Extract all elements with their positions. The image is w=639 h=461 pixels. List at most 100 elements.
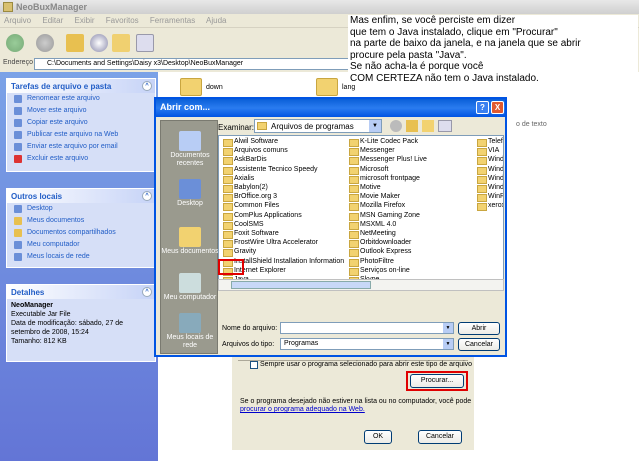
place-network[interactable]: Meus locais de rede — [7, 251, 155, 263]
copy-icon — [14, 119, 22, 127]
chevron-down-icon[interactable]: ▼ — [443, 323, 453, 333]
scrollbar-thumb[interactable] — [231, 281, 371, 289]
up-folder-icon[interactable] — [406, 120, 418, 132]
folder-label: lang — [342, 84, 356, 91]
details-title: Detalhes — [11, 288, 45, 297]
window-titlebar: NeoBuxManager — [0, 0, 639, 14]
task-publish[interactable]: Publicar este arquivo na Web — [7, 129, 155, 141]
place-desktop[interactable]: Desktop — [161, 179, 219, 208]
place-my-computer[interactable]: Meu computador — [7, 239, 155, 251]
place-network[interactable]: Meus locais de rede — [161, 313, 219, 350]
places-title: Outros locais — [11, 192, 63, 201]
network-icon — [179, 313, 201, 333]
chevron-down-icon[interactable]: ▼ — [369, 120, 381, 132]
file-list-item[interactable]: xerox — [477, 201, 503, 212]
menu-favoritos[interactable]: Favoritos — [106, 16, 139, 25]
ok-button[interactable]: OK — [364, 430, 392, 444]
look-in-select[interactable]: Arquivos de programas ▼ — [254, 119, 382, 133]
always-use-checkbox[interactable] — [250, 361, 258, 369]
forward-arrow-icon[interactable] — [36, 34, 54, 52]
annotation-text: Mas enfim, se você perciste em dizer que… — [348, 15, 638, 84]
details-body: NeoManager Executable Jar File Data de m… — [7, 299, 155, 348]
look-in-value: Arquivos de programas — [271, 122, 354, 131]
details-type: Executable Jar File — [11, 311, 71, 318]
network-icon — [14, 253, 22, 261]
annotation-line: COM CERTEZA não tem o Java instalado. — [350, 72, 539, 84]
cancel-label: Cancelar — [464, 341, 493, 348]
filetype-select[interactable]: Programas ▼ — [280, 338, 454, 350]
menu-exibir[interactable]: Exibir — [75, 16, 95, 25]
chevron-down-icon[interactable]: ▼ — [443, 339, 453, 349]
cancel-label: Cancelar — [425, 433, 454, 440]
task-label: Publicar este arquivo na Web — [27, 131, 119, 138]
folders-icon[interactable] — [112, 34, 130, 52]
task-label: Enviar este arquivo por email — [27, 143, 118, 150]
place-recent[interactable]: Documentos recentes — [161, 131, 219, 168]
filename-input[interactable]: ▼ — [280, 322, 454, 334]
file-list[interactable]: Alwil Software Arquivos comuns AskBarDis As… — [218, 135, 504, 291]
menu-ajuda[interactable]: Ajuda — [206, 16, 226, 25]
place-my-computer[interactable]: Meu computador — [161, 273, 219, 302]
task-rename[interactable]: Renomear este arquivo — [7, 93, 155, 105]
back-icon[interactable] — [390, 120, 402, 132]
places-bar: Documentos recentes Desktop Meus documen… — [160, 120, 219, 354]
menu-arquivo[interactable]: Arquivo — [4, 16, 31, 25]
views-menu-icon[interactable] — [438, 120, 452, 132]
task-copy[interactable]: Copiar este arquivo — [7, 117, 155, 129]
task-label: Excluir este arquivo — [27, 155, 89, 162]
annotation-line: Se não acha-la é porque você — [350, 61, 484, 72]
task-move[interactable]: Mover este arquivo — [7, 105, 155, 117]
tasks-header[interactable]: Tarefas de arquivo e pasta ^ — [7, 79, 155, 93]
place-my-documents[interactable]: Meus documentos — [7, 215, 155, 227]
folder-up-icon[interactable] — [66, 34, 84, 52]
collapse-icon[interactable]: ^ — [142, 287, 152, 297]
documents-icon — [179, 227, 201, 247]
cancel-button[interactable]: Cancelar — [418, 430, 462, 444]
place-label: Meus locais de rede — [166, 334, 214, 349]
browse-highlight — [406, 371, 468, 391]
help-button[interactable]: ? — [476, 101, 489, 114]
search-icon[interactable] — [90, 34, 108, 52]
places-header[interactable]: Outros locais ^ — [7, 189, 155, 203]
web-search-link[interactable]: procurar o programa adequado na Web. — [240, 406, 365, 413]
close-button[interactable]: X — [491, 101, 504, 114]
place-label: Desktop — [177, 200, 203, 207]
always-use-label: Sempre usar o programa selecionado para … — [260, 361, 473, 368]
place-label: Meus documentos — [27, 217, 85, 224]
folder-icon[interactable] — [316, 78, 338, 96]
horizontal-scrollbar[interactable] — [218, 279, 504, 291]
new-folder-icon[interactable] — [422, 120, 434, 132]
folder-icon — [257, 122, 267, 130]
java-folder-highlight — [218, 259, 244, 275]
views-icon[interactable] — [136, 34, 154, 52]
place-my-documents[interactable]: Meus documentos — [161, 227, 219, 256]
folder-icon — [14, 217, 22, 225]
task-pane: Tarefas de arquivo e pasta ^ Renomear est… — [0, 72, 158, 461]
menu-editar[interactable]: Editar — [42, 16, 63, 25]
collapse-icon[interactable]: ^ — [142, 191, 152, 201]
collapse-icon[interactable]: ^ — [142, 81, 152, 91]
details-header[interactable]: Detalhes ^ — [7, 285, 155, 299]
move-icon — [14, 107, 22, 115]
task-email[interactable]: Enviar este arquivo por email — [7, 141, 155, 153]
back-arrow-icon[interactable] — [6, 34, 24, 52]
desktop-icon — [14, 205, 22, 213]
tasks-title: Tarefas de arquivo e pasta — [11, 82, 112, 91]
email-icon — [14, 143, 22, 151]
computer-icon — [179, 273, 201, 293]
dialog-cancel-button[interactable]: Cancelar — [458, 338, 500, 351]
place-desktop[interactable]: Desktop — [7, 203, 155, 215]
task-label: Copiar este arquivo — [27, 119, 88, 126]
filetype-value: Programas — [284, 340, 319, 347]
menu-ferramentas[interactable]: Ferramentas — [150, 16, 195, 25]
open-button[interactable]: Abrir — [458, 322, 500, 335]
folder-icon[interactable] — [180, 78, 202, 96]
place-label: Documentos recentes — [170, 152, 210, 167]
delete-icon — [14, 155, 22, 163]
place-label: Meus documentos — [161, 248, 219, 255]
task-delete[interactable]: Excluir este arquivo — [7, 153, 155, 165]
tasks-panel: Tarefas de arquivo e pasta ^ Renomear est… — [6, 78, 156, 172]
place-shared-docs[interactable]: Documentos compartilhados — [7, 227, 155, 239]
filename-label: Nome do arquivo: — [222, 325, 278, 332]
open-with-dialog: Abrir com... ? X Documentos recentes Des… — [154, 97, 507, 357]
